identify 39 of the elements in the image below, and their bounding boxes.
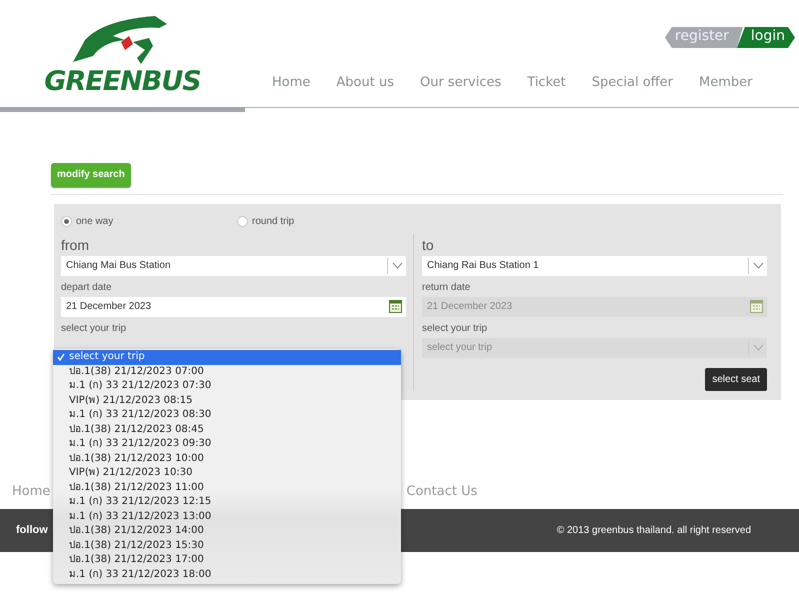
- dropdown-option[interactable]: VIP(พ) 21/12/2023 10:30: [53, 466, 401, 480]
- checkmark-icon: [57, 353, 65, 362]
- follow-label: follow: [16, 524, 48, 536]
- radio-button[interactable]: [237, 216, 248, 227]
- station-select[interactable]: Chiang Mai Bus Station: [61, 256, 406, 276]
- dropdown-option[interactable]: ม.1 (ก) 33 21/12/2023 09:30: [53, 437, 401, 452]
- chevron-down-icon: [752, 344, 764, 351]
- dropdown-option[interactable]: ปอ.1(38) 21/12/2023 07:00: [53, 364, 401, 379]
- select-seat-button[interactable]: select seat: [705, 368, 767, 390]
- dropdown-option[interactable]: ม.1 (ก) 33 21/12/2023 12:15: [53, 495, 401, 510]
- chevron-down-icon: [392, 262, 402, 269]
- dropdown-option[interactable]: ปอ.1(38) 21/12/2023 10:00: [53, 452, 401, 466]
- dropdown-option[interactable]: ม.1 (ก) 33 21/12/2023 08:30: [53, 408, 401, 422]
- dropdown-option[interactable]: ม.1 (ก) 33 21/12/2023 13:00: [53, 510, 401, 524]
- field-label: select your trip: [61, 322, 128, 336]
- dropdown-option[interactable]: ปอ.1(38) 21/12/2023 14:00: [53, 524, 401, 538]
- dropdown-option[interactable]: ม.1 (ก) 33 21/12/2023 07:30: [53, 379, 401, 394]
- dropdown-option[interactable]: ปอ.1(38) 21/12/2023 17:00: [53, 553, 401, 568]
- calendar-icon: [389, 300, 402, 313]
- calendar-icon: [750, 300, 763, 313]
- copyright-text: © 2013 greenbus thailand. all right reserved: [556, 524, 751, 536]
- dropdown-option[interactable]: ปอ.1(38) 21/12/2023 11:00: [53, 480, 401, 495]
- dropdown-option[interactable]: VIP(พ) 21/12/2023 08:15: [53, 394, 401, 408]
- field-label: depart date: [61, 280, 113, 294]
- dropdown-option[interactable]: ปอ.1(38) 21/12/2023 15:30: [53, 538, 401, 553]
- dropdown-option[interactable]: ม.1 (ก) 33 21/12/2023 18:00: [53, 568, 401, 582]
- radio-button[interactable]: [61, 216, 72, 227]
- column-heading: from: [61, 236, 90, 254]
- field-label: select your trip: [422, 322, 488, 336]
- greenbus-logo[interactable]: GREENBUS: [0, 0, 245, 107]
- login-link[interactable]: login: [736, 27, 795, 48]
- field-label: return date: [422, 280, 472, 294]
- chevron-down-icon: [752, 262, 764, 269]
- column-heading: to: [422, 236, 435, 254]
- radio-label: one way: [76, 216, 114, 227]
- radio-label: round trip: [252, 216, 294, 227]
- date-field[interactable]: 21 December 2023: [61, 296, 406, 316]
- dropdown-option[interactable]: ปอ.1(38) 21/12/2023 08:45: [53, 422, 401, 437]
- dropdown-option[interactable]: select your trip: [53, 350, 401, 364]
